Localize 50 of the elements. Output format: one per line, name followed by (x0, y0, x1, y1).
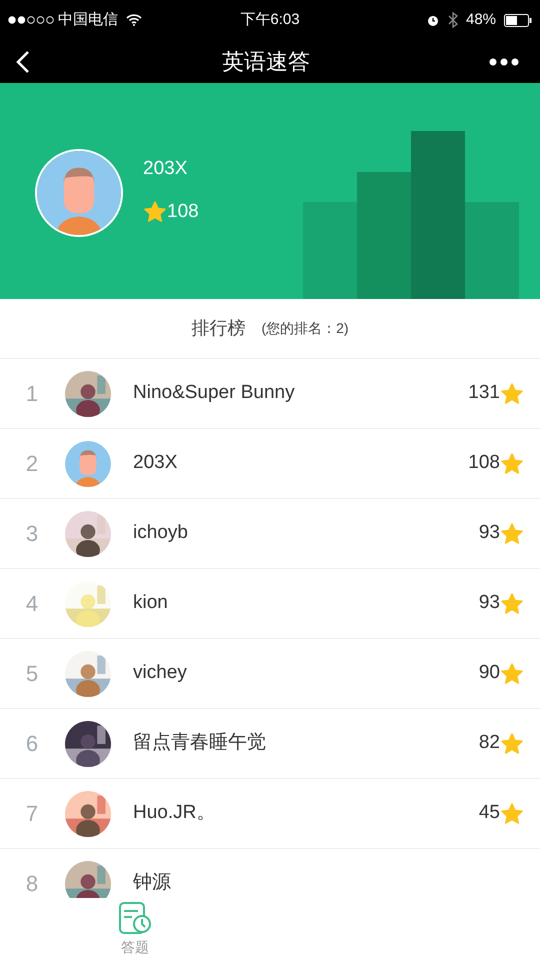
leaderboard-title: 排行榜 (191, 317, 246, 340)
player-score: 45 (478, 801, 500, 826)
player-name: vichey (133, 661, 188, 686)
battery-icon (504, 14, 532, 26)
player-name: ichoyb (133, 521, 189, 546)
rank-number: 3 (24, 520, 40, 548)
player-score: 93 (478, 521, 500, 546)
wifi-icon (126, 14, 142, 26)
avatar-icon (35, 149, 123, 237)
player-score: 90 (478, 661, 500, 686)
star-icon (500, 732, 524, 756)
rank-number: 8 (24, 870, 40, 898)
signal-icon (8, 16, 54, 24)
star-icon (500, 662, 524, 686)
rank-number: 7 (24, 800, 40, 828)
star-icon (500, 592, 524, 616)
player-name: 钟源 (133, 871, 172, 896)
player-name: Nino&Super Bunny (133, 381, 296, 406)
star-icon (500, 522, 524, 546)
tab-item[interactable]: 答题 (0, 898, 270, 960)
player-score: 93 (478, 591, 500, 616)
player-name: kion (133, 591, 169, 616)
alarm-icon (426, 13, 440, 27)
player-name: 留点青春睡午觉 (133, 731, 267, 756)
rank-number: 5 (24, 660, 40, 688)
clock-time: 下午6:03 (239, 10, 301, 30)
player-name: Huo.JR。 (133, 801, 216, 826)
player-score: 82 (478, 731, 500, 756)
rank-number: 1 (24, 380, 40, 408)
bluetooth-icon (448, 12, 458, 28)
more-icon (489, 58, 519, 66)
back-icon (16, 50, 30, 74)
player-name: 203X (133, 451, 178, 476)
my-rank: (您的排名：2) (261, 319, 349, 338)
clipboard-clock-icon (118, 900, 152, 934)
star-icon (500, 452, 524, 476)
page-title: 英语速答 (222, 48, 310, 76)
avatar-icon (65, 440, 111, 486)
user-name: 203X (143, 157, 188, 181)
player-score: 131 (468, 381, 500, 406)
rank-number: 2 (24, 450, 40, 478)
rank-number: 6 (24, 730, 40, 758)
star-icon (500, 802, 524, 826)
star-icon (143, 200, 167, 224)
carrier-name: 中国电信 (58, 10, 118, 30)
rank-number: 4 (24, 590, 40, 618)
player-score: 108 (468, 451, 500, 476)
battery-percent: 48% (466, 10, 496, 30)
star-icon (500, 382, 524, 406)
user-score: 108 (167, 200, 199, 224)
